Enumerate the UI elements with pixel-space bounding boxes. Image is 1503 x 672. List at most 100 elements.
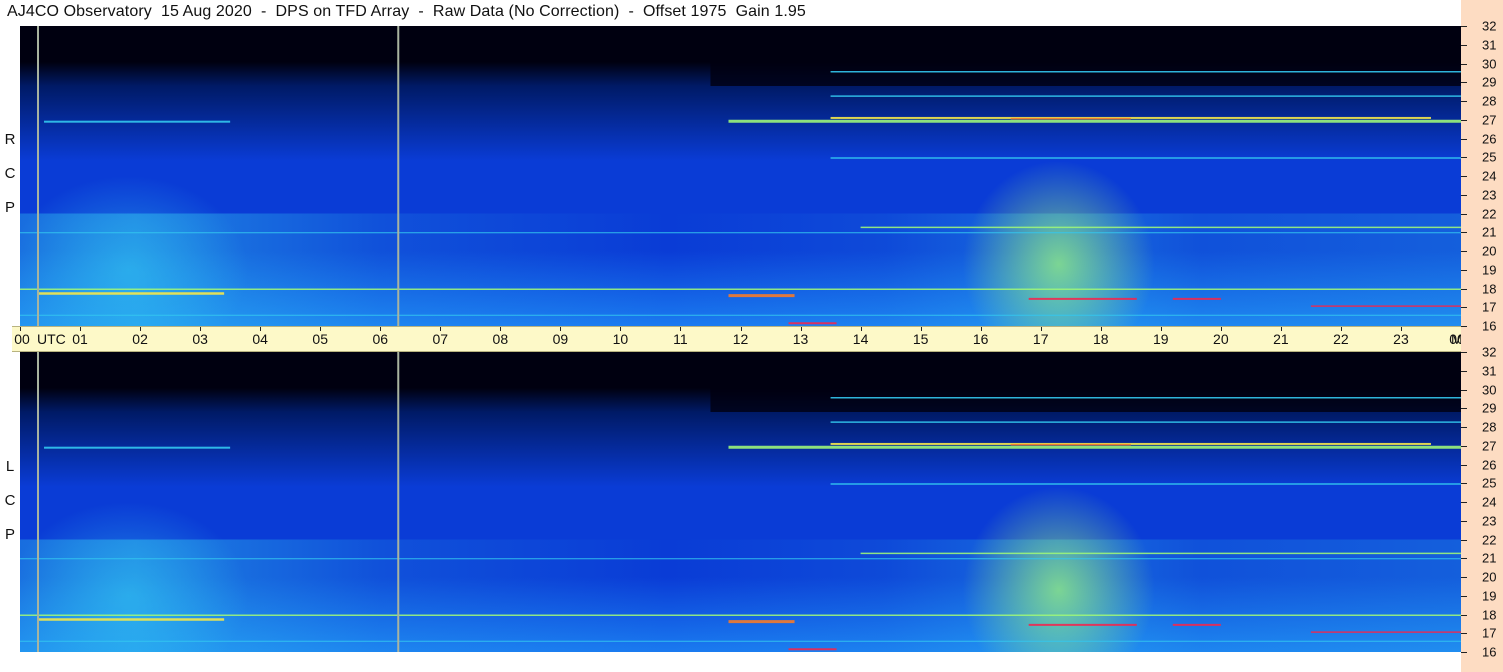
lcp-emission-band-17 xyxy=(20,640,1461,642)
lcp-emission-band-14 xyxy=(1172,623,1221,626)
freq-tick-label: 29 xyxy=(1482,74,1497,90)
lcp-emission-band-3 xyxy=(1010,443,1131,446)
lcp-emission-band-11 xyxy=(38,618,225,621)
utc-tick-label: 10 xyxy=(612,331,629,347)
freq-tick-label: 18 xyxy=(1482,281,1497,296)
freq-tick-mark xyxy=(1461,213,1467,215)
freq-tick-mark xyxy=(1461,502,1467,503)
freq-tick-mark xyxy=(1461,445,1467,447)
freq-tick-mark xyxy=(1461,558,1467,560)
freq-tick-mark xyxy=(1461,307,1467,309)
lcp-panel-label: L C P xyxy=(2,450,18,552)
freq-tick-mark xyxy=(1461,539,1467,541)
freq-tick-label: 21 xyxy=(1482,550,1497,566)
utc-tick-label: 00 xyxy=(14,331,30,347)
lcp-emission-band-9 xyxy=(20,558,1461,560)
freq-tick-mark xyxy=(1461,157,1467,159)
freq-tick-label: 16 xyxy=(1482,318,1497,334)
rcp-marker-line-1 xyxy=(37,26,40,326)
freq-tick-mark xyxy=(1461,194,1467,196)
utc-unit-label: UTC xyxy=(37,331,66,347)
freq-tick-label: 27 xyxy=(1482,112,1497,128)
frequency-scale: 32 31 30 29 28 27 26 25 24 23 22 21 20 19 18 17 16 32 31 30… xyxy=(1461,0,1503,672)
utc-tick-label: 19 xyxy=(1152,331,1169,347)
freq-tick-label: 19 xyxy=(1482,588,1497,604)
freq-tick-label: 23 xyxy=(1482,187,1497,203)
utc-tick-label: 17 xyxy=(1032,331,1049,347)
freq-tick-mark xyxy=(1461,269,1467,271)
lcp-emission-band-4 xyxy=(44,446,231,449)
freq-tick-label: 27 xyxy=(1482,438,1497,454)
freq-tick-label: 31 xyxy=(1482,37,1497,53)
spectrogram-figure: AJ4CO Observatory 15 Aug 2020 - DPS on T… xyxy=(0,0,1503,672)
freq-tick-mark xyxy=(1461,408,1467,410)
freq-tick-mark xyxy=(1461,326,1467,327)
rcp-emission-band-10 xyxy=(20,288,1461,290)
freq-tick-mark xyxy=(1461,101,1467,102)
lcp-marker-line-2 xyxy=(397,352,400,652)
freq-tick-label: 24 xyxy=(1482,168,1497,184)
freq-tick-label: 17 xyxy=(1482,299,1497,315)
utc-tick-label: 15 xyxy=(912,331,929,347)
rcp-emission-band-5 xyxy=(830,95,1461,97)
chart-title: AJ4CO Observatory 15 Aug 2020 - DPS on T… xyxy=(7,3,806,20)
utc-tick-label: 14 xyxy=(852,331,869,347)
freq-tick-mark xyxy=(1461,119,1467,121)
lcp-emission-band-6 xyxy=(830,397,1461,399)
rcp-spectrogram-plot xyxy=(20,26,1461,326)
rcp-emission-band-6 xyxy=(830,71,1461,73)
utc-tick-label: 18 xyxy=(1092,331,1109,347)
freq-tick-mark xyxy=(1461,288,1467,290)
freq-tick-label: 25 xyxy=(1482,149,1497,165)
freq-tick-label: 17 xyxy=(1482,625,1497,641)
utc-tick-label: 08 xyxy=(492,331,509,347)
freq-tick-label: 31 xyxy=(1482,363,1497,379)
lcp-letter-2: C xyxy=(4,492,16,509)
freq-tick-mark xyxy=(1461,427,1467,428)
freq-tick-label: 28 xyxy=(1482,93,1497,109)
lcp-spectrogram-plot xyxy=(20,352,1461,652)
utc-tick-label: 09 xyxy=(552,331,569,347)
freq-tick-label: 16 xyxy=(1482,644,1497,660)
utc-tick-label: 11 xyxy=(673,331,688,347)
rcp-emission-band-4 xyxy=(44,120,231,123)
freq-tick-mark xyxy=(1461,352,1467,353)
freq-tick-mark xyxy=(1461,138,1467,140)
utc-tick-label: 16 xyxy=(972,331,989,347)
freq-tick-mark xyxy=(1461,595,1467,597)
freq-tick-label: 20 xyxy=(1482,569,1497,585)
lcp-emission-band-13 xyxy=(1028,623,1137,626)
utc-tick-label: 02 xyxy=(132,331,148,347)
rcp-emission-band-12 xyxy=(728,294,795,298)
utc-time-axis: UTC MHz 00010203040506070809101112131415… xyxy=(12,326,1480,352)
rcp-marker-line-2 xyxy=(397,26,400,326)
utc-tick-label: 07 xyxy=(432,331,449,347)
freq-tick-mark xyxy=(1461,633,1467,635)
utc-tick-label: 06 xyxy=(372,331,389,347)
rcp-panel-label: R C P xyxy=(2,123,18,225)
freq-tick-mark xyxy=(1461,26,1467,27)
freq-tick-mark xyxy=(1461,44,1467,46)
rcp-emission-band-9 xyxy=(20,232,1461,234)
freq-tick-mark xyxy=(1461,82,1467,84)
rcp-emission-band-13 xyxy=(1028,297,1137,300)
lcp-emission-band-15 xyxy=(1310,631,1461,633)
freq-tick-mark xyxy=(1461,614,1467,616)
freq-tick-label: 22 xyxy=(1482,532,1497,547)
freq-tick-label: 32 xyxy=(1482,344,1497,360)
freq-tick-label: 25 xyxy=(1482,475,1497,491)
rcp-emission-band-11 xyxy=(38,292,225,295)
rcp-letter-1: R xyxy=(4,131,16,148)
lcp-marker-line-1 xyxy=(37,352,40,652)
lcp-emission-band-12 xyxy=(728,620,795,624)
lcp-emission-band-16 xyxy=(788,648,837,651)
freq-tick-label: 26 xyxy=(1482,131,1497,146)
utc-tick-label: 03 xyxy=(192,331,208,347)
freq-tick-mark xyxy=(1461,577,1467,578)
utc-tick-label: 04 xyxy=(252,331,268,347)
rcp-emission-band-8 xyxy=(860,226,1461,229)
lcp-emission-band-5 xyxy=(830,421,1461,423)
lcp-upper-dark xyxy=(710,352,1461,412)
freq-tick-label: 19 xyxy=(1482,262,1497,278)
freq-tick-label: 29 xyxy=(1482,400,1497,416)
